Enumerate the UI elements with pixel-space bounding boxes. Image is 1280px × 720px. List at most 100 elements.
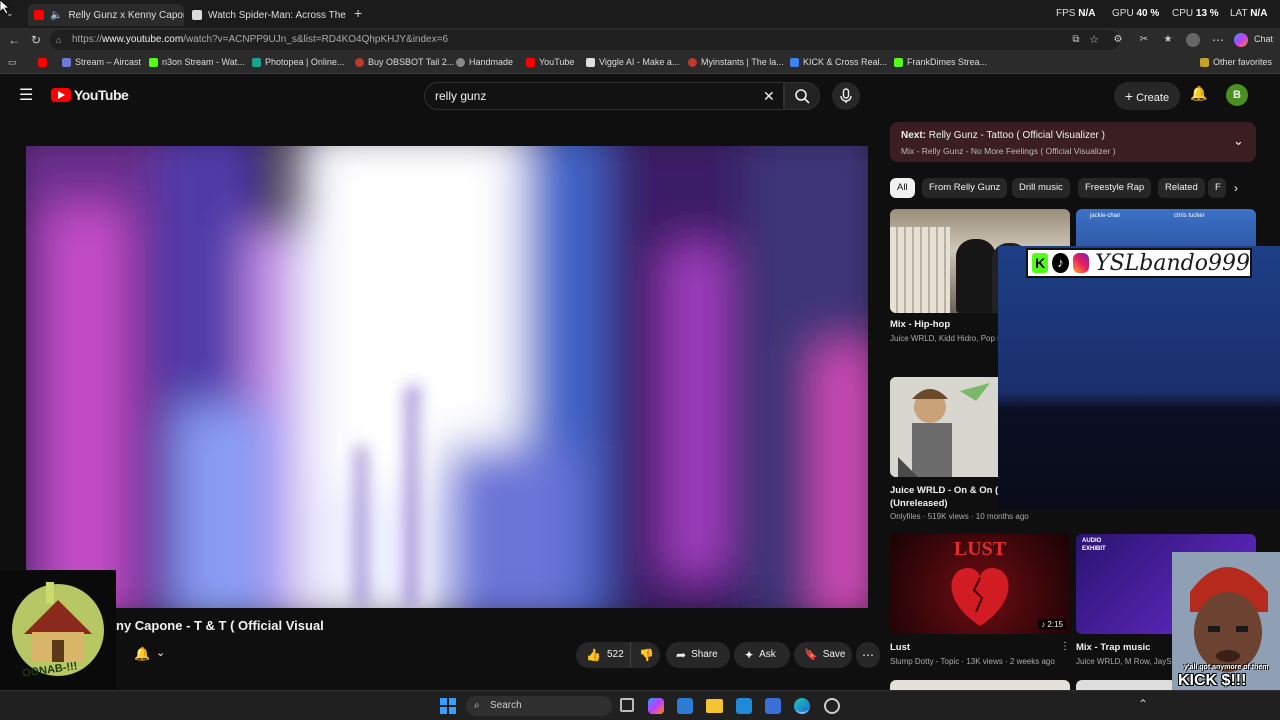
chip-from-relly-gunz[interactable]: From Relly Gunz xyxy=(922,178,1008,198)
youtube-bookmark-icon[interactable] xyxy=(38,58,47,67)
instagram-icon xyxy=(1072,253,1090,273)
more-vert-icon[interactable]: ⋮ xyxy=(1060,641,1070,652)
rec-subtitle: Slump Dotty - Topic · 13K views · 2 week… xyxy=(890,657,1055,666)
bookmark-viggle[interactable]: Viggle AI - Make a... xyxy=(586,57,679,67)
thumb-label: EXHIBIT xyxy=(1082,546,1106,552)
share-button[interactable]: ➦ Share xyxy=(666,642,730,668)
tab-title: Relly Gunz x Kenny Capone - xyxy=(68,9,184,21)
extension-icon[interactable]: ✂ xyxy=(1136,32,1152,48)
other-favorites[interactable]: Other favorites xyxy=(1200,57,1272,67)
streamer-webcam xyxy=(998,276,1280,510)
url-prefix: https:// xyxy=(72,34,103,45)
chip-all[interactable]: All xyxy=(890,178,915,198)
notification-bell-icon[interactable]: 🔔 xyxy=(134,646,150,662)
voice-search-button[interactable] xyxy=(832,82,860,110)
favorites-icon[interactable]: ★ xyxy=(1160,32,1176,48)
stream-logo-overlay: OONAB-!!! xyxy=(0,570,116,690)
chip-drill-music[interactable]: Drill music xyxy=(1012,178,1070,198)
bookmark-youtube[interactable]: YouTube xyxy=(526,57,574,67)
url-field[interactable]: ⌂ https://www.youtube.com/watch?v=ACNPP9… xyxy=(50,30,1120,50)
chat-label[interactable]: Chat xyxy=(1254,34,1273,44)
search-button[interactable] xyxy=(784,82,820,110)
notifications-bell-icon[interactable]: 🔔 xyxy=(1190,85,1207,102)
bookmark-aircast[interactable]: Stream – Aircast xyxy=(62,57,141,67)
reading-list-icon[interactable]: ▭ xyxy=(8,57,17,68)
avatar[interactable]: B xyxy=(1226,84,1248,106)
rec-title[interactable]: Lust xyxy=(890,642,910,653)
bookmark-handmade[interactable]: Handmade xyxy=(456,57,513,67)
ask-label: Ask xyxy=(759,649,776,660)
windows-start-icon[interactable] xyxy=(440,698,456,714)
meme-caption-2: KICK $!!! xyxy=(1178,672,1247,689)
create-button[interactable]: + Create xyxy=(1114,82,1180,110)
video-player[interactable] xyxy=(26,146,868,608)
mail-app-icon[interactable] xyxy=(765,698,781,714)
dislike-button[interactable]: 👎 xyxy=(630,642,660,668)
bookmark-kick[interactable]: KICK & Cross Real... xyxy=(790,57,887,67)
menu-icon[interactable]: ☰ xyxy=(19,85,33,105)
bookmark-icon: 🔖 xyxy=(804,649,818,661)
open-in-app-icon[interactable]: ⧉ xyxy=(1068,32,1084,48)
bookmark-obsbot[interactable]: Buy OBSBOT Tail 2... xyxy=(355,57,454,67)
sparkle-icon: ✦ xyxy=(744,648,755,662)
chevron-down-icon[interactable]: ⌄ xyxy=(156,646,165,659)
chevron-right-icon[interactable]: › xyxy=(1234,181,1238,195)
save-button[interactable]: 🔖 Save xyxy=(794,642,852,668)
rec-title[interactable]: Juice WRLD - On & On (Fu xyxy=(890,485,998,496)
rec-title[interactable]: Mix - Trap music xyxy=(1076,642,1150,653)
chip-partial[interactable]: F xyxy=(1208,178,1226,198)
thumbnail-partial[interactable] xyxy=(1076,680,1176,690)
speaker-icon[interactable]: 🔈 xyxy=(50,10,62,21)
chevron-down-icon[interactable]: ⌄ xyxy=(1233,133,1244,149)
collections-icon[interactable] xyxy=(1186,33,1200,47)
bookmark-photopea[interactable]: Photopea | Online... xyxy=(252,57,344,67)
copilot-app-icon[interactable] xyxy=(648,698,664,714)
like-count: 522 xyxy=(606,649,624,660)
copilot-icon[interactable] xyxy=(1234,33,1248,47)
new-tab-icon[interactable]: + xyxy=(354,5,362,21)
edge-browser-icon[interactable] xyxy=(794,698,810,714)
tab-relly-gunz[interactable]: 🔈 Relly Gunz x Kenny Capone - ✕ xyxy=(28,4,184,26)
clear-search-icon[interactable]: ✕ xyxy=(763,83,775,109)
share-label: Share xyxy=(691,649,718,660)
refresh-icon[interactable]: ↻ xyxy=(28,32,44,48)
extensions-icon[interactable]: ⚙ xyxy=(1110,32,1126,48)
next-label: Next: xyxy=(901,130,927,141)
perf-cpu: CPU 13 % xyxy=(1172,8,1219,19)
microsoft-store-icon[interactable] xyxy=(677,698,693,714)
more-actions-button[interactable]: ⋯ xyxy=(856,642,880,668)
back-icon[interactable]: ← xyxy=(6,32,22,48)
share-icon: ➦ xyxy=(676,648,687,662)
chip-freestyle-rap[interactable]: Freestyle Rap xyxy=(1078,178,1152,198)
rec-title-line2[interactable]: (Unreleased) xyxy=(890,498,948,509)
favorite-star-icon[interactable]: ☆ xyxy=(1086,32,1102,48)
tab-spiderman[interactable]: Watch Spider-Man: Across The Sp ✕ xyxy=(186,4,346,26)
taskbar-search-input[interactable]: ⌕ Search xyxy=(466,696,612,716)
thumbs-down-icon: 👎 xyxy=(639,648,654,662)
streamer-name: YSLbando999 xyxy=(1095,250,1250,276)
bookmark-myinstants[interactable]: Myinstants | The la... xyxy=(688,57,784,67)
file-explorer-icon[interactable] xyxy=(706,699,723,713)
task-view-icon[interactable] xyxy=(620,698,634,712)
rec-subtitle: Juice WRLD, M Row, JaySi xyxy=(1076,657,1172,666)
tab-title: Watch Spider-Man: Across The Sp xyxy=(208,9,346,21)
thumbnail-lust[interactable]: LUST ♪ 2:15 xyxy=(890,534,1070,634)
rec-title[interactable]: Mix - Hip-hop xyxy=(890,319,950,330)
bookmark-n3on[interactable]: n3on Stream - Wat... xyxy=(149,57,245,67)
search-input[interactable]: relly gunz ✕ xyxy=(424,82,784,110)
photos-icon[interactable] xyxy=(736,698,752,714)
up-next-panel[interactable]: Next: Relly Gunz - Tattoo ( Official Vis… xyxy=(890,122,1256,162)
site-info-icon[interactable]: ⌂ xyxy=(56,30,61,50)
microphone-icon xyxy=(840,88,852,103)
chip-related[interactable]: Related xyxy=(1158,178,1205,198)
system-tray-chevron-icon[interactable]: ⌃ xyxy=(1138,697,1148,711)
youtube-logo[interactable]: YouTube xyxy=(51,87,129,103)
save-label: Save xyxy=(822,649,846,660)
bookmark-frankdimes[interactable]: FrankDimes Strea... xyxy=(894,57,987,67)
obs-app-icon[interactable] xyxy=(824,698,840,714)
thumbnail-partial[interactable] xyxy=(890,680,1070,690)
ask-button[interactable]: ✦ Ask xyxy=(734,642,790,668)
more-menu-icon[interactable]: ⋯ xyxy=(1210,32,1226,48)
like-button[interactable]: 👍 522 xyxy=(576,642,630,668)
youtube-logo-text: YouTube xyxy=(74,87,129,103)
